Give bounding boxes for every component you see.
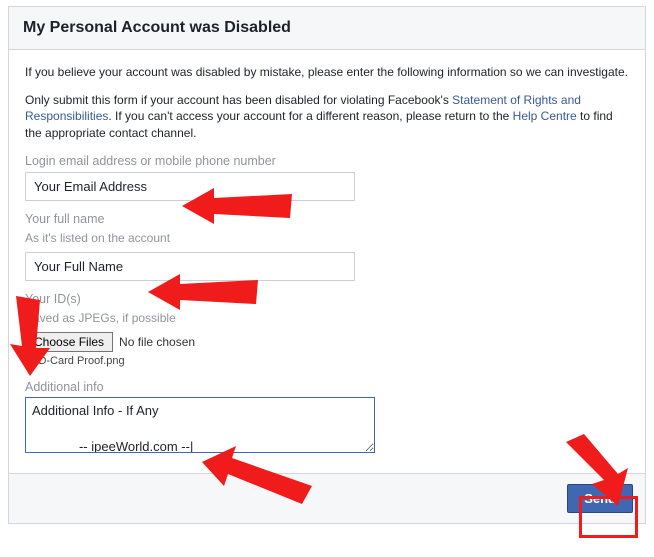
name-hint: As it's listed on the account — [25, 230, 629, 246]
additional-info-textarea[interactable] — [25, 397, 375, 453]
ids-group: Your ID(s) Saved as JPEGs, if possible C… — [25, 291, 629, 369]
info-group: Additional info — [25, 379, 629, 454]
form-card: My Personal Account was Disabled If you … — [8, 6, 646, 524]
login-group: Login email address or mobile phone numb… — [25, 153, 629, 201]
info-label: Additional info — [25, 379, 629, 396]
file-row: Choose Files No file chosen — [25, 332, 629, 352]
intro-p1: If you believe your account was disabled… — [25, 64, 629, 80]
name-group: Your full name As it's listed on the acc… — [25, 211, 629, 281]
page-title: My Personal Account was Disabled — [23, 19, 631, 37]
login-input[interactable] — [25, 172, 355, 201]
intro-p2a: Only submit this form if your account ha… — [25, 93, 452, 107]
fullname-input[interactable] — [25, 252, 355, 281]
uploaded-file: ✕ID-Card Proof.png — [25, 354, 629, 369]
intro-p2b: . If you can't access your account for a… — [108, 109, 512, 123]
link-help-centre[interactable]: Help Centre — [513, 109, 577, 123]
remove-file-icon[interactable]: ✕ — [25, 356, 33, 367]
card-footer: Send — [9, 473, 645, 523]
uploaded-filename: ID-Card Proof.png — [35, 355, 124, 367]
card-header: My Personal Account was Disabled — [9, 7, 645, 50]
choose-files-button[interactable]: Choose Files — [25, 332, 113, 352]
send-button[interactable]: Send — [567, 484, 633, 513]
intro-p2: Only submit this form if your account ha… — [25, 92, 629, 141]
login-label: Login email address or mobile phone numb… — [25, 153, 629, 170]
ids-hint: Saved as JPEGs, if possible — [25, 310, 629, 326]
card-body: If you believe your account was disabled… — [9, 50, 645, 473]
no-file-text: No file chosen — [119, 334, 195, 350]
ids-label: Your ID(s) — [25, 291, 629, 308]
name-label: Your full name — [25, 211, 629, 228]
